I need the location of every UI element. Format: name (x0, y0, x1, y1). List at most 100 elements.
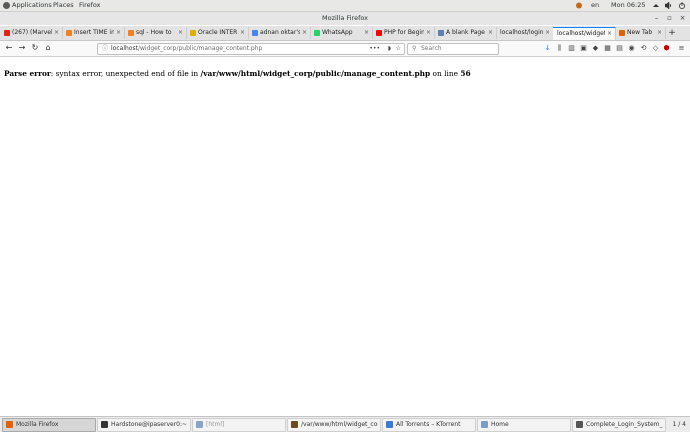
tab[interactable]: Insert TIME in × (62, 27, 125, 39)
tab[interactable]: New Tab × (615, 27, 666, 39)
task-item[interactable]: Hardstone@ipaserver0:~ (97, 418, 191, 432)
new-tab-button[interactable]: + (667, 26, 677, 40)
workspace-pager[interactable]: 1 / 4 (673, 419, 686, 431)
tab-favicon-icon (128, 30, 134, 36)
close-tab-icon[interactable]: × (545, 27, 550, 39)
back-icon[interactable]: ← (4, 43, 14, 53)
close-tab-icon[interactable]: × (54, 27, 59, 39)
close-tab-icon[interactable]: × (116, 27, 121, 39)
close-window-icon[interactable]: × (679, 15, 686, 22)
task-item[interactable]: [html] (192, 418, 286, 432)
language-indicator[interactable]: en (591, 1, 599, 10)
library-icon[interactable]: ⫼ (556, 44, 563, 52)
tab-favicon-icon (619, 30, 625, 36)
status-tray-icon[interactable] (575, 2, 583, 9)
maximize-icon[interactable]: ▫ (666, 15, 673, 22)
tab[interactable]: A blank Page × (434, 27, 497, 39)
ktorrent-icon (386, 421, 393, 428)
task-item[interactable]: All Torrents – KTorrent (382, 418, 476, 432)
tab-favicon-icon (376, 30, 382, 36)
sync-icon[interactable]: ⟲ (640, 44, 647, 52)
volume-icon[interactable] (665, 2, 673, 9)
tab-active[interactable]: localhost/widget × (553, 27, 616, 40)
tab-label: localhost/login... (500, 29, 543, 36)
tab-label: sql - How to (136, 29, 172, 36)
tab-label: Oracle INTER (198, 29, 238, 36)
reader-icon[interactable]: ▤ (616, 44, 623, 52)
pocket-icon[interactable]: ◗ (388, 44, 391, 54)
page-content: Parse error: syntax error, unexpected en… (0, 57, 690, 415)
close-tab-icon[interactable]: × (657, 27, 662, 39)
addon-icon[interactable]: ◉ (628, 44, 635, 52)
tab[interactable]: WhatsApp × (310, 27, 373, 39)
tab[interactable]: sql - How to × (124, 27, 187, 39)
window-titlebar: Mozilla Firefox – ▫ × (0, 12, 690, 25)
tab-label: adnan oktar's (260, 29, 300, 36)
close-tab-icon[interactable]: × (240, 27, 245, 39)
tab-favicon-icon (314, 30, 320, 36)
close-tab-icon[interactable]: × (607, 28, 612, 40)
bookmark-star-icon[interactable]: ☆ (396, 44, 401, 54)
task-label: Hardstone@ipaserver0:~ (111, 421, 188, 428)
screenshot-icon[interactable]: ▣ (580, 44, 587, 52)
search-icon: ⚲ (412, 45, 417, 52)
downloads-icon[interactable]: ↓ (544, 44, 551, 52)
tab[interactable]: localhost/login... × (496, 27, 554, 39)
tab[interactable]: Oracle INTER × (186, 27, 249, 39)
tab-label: localhost/widget (557, 30, 605, 37)
adblock-icon[interactable]: ⬢ (663, 44, 670, 52)
task-label: All Torrents – KTorrent (396, 421, 461, 428)
tab-favicon-icon (252, 30, 258, 36)
site-info-icon[interactable]: ⓘ (102, 44, 108, 54)
sidebar-icon[interactable]: ▥ (568, 44, 575, 52)
tab[interactable]: PHP for Begin × (372, 27, 435, 39)
clock[interactable]: Mon 06:25 (611, 1, 646, 10)
places-menu[interactable]: Places (53, 1, 74, 10)
container-icon[interactable]: ▦ (604, 44, 611, 52)
task-item[interactable]: Home (477, 418, 571, 432)
tab-favicon-icon (66, 30, 72, 36)
search-bar[interactable]: ⚲ Search (407, 43, 499, 55)
file-manager-icon (196, 421, 203, 428)
url-host: localhost (111, 45, 138, 52)
url-bar[interactable]: ⓘ localhost/widget_corp/public/manage_co… (97, 43, 405, 55)
error-line-number: 56 (460, 69, 471, 78)
hamburger-menu-icon[interactable]: ≡ (678, 44, 685, 52)
terminal-icon (101, 421, 108, 428)
close-tab-icon[interactable]: × (302, 27, 307, 39)
close-tab-icon[interactable]: × (364, 27, 369, 39)
reload-icon[interactable]: ↻ (30, 43, 40, 53)
task-label: Mozilla Firefox (16, 421, 59, 428)
tab[interactable]: adnan oktar's × (248, 27, 311, 39)
firefox-app-menu[interactable]: Firefox (79, 1, 101, 10)
php-error-message: Parse error: syntax error, unexpected en… (4, 69, 471, 78)
window-list-taskbar: Mozilla Firefox Hardstone@ipaserver0:~ [… (0, 416, 690, 432)
close-tab-icon[interactable]: × (426, 27, 431, 39)
task-item[interactable]: Mozilla Firefox (2, 418, 96, 432)
task-item[interactable]: Complete_Login_System_in_... (572, 418, 666, 432)
tab-strip: (267) (Marvel × Insert TIME in × sql - H… (0, 26, 690, 41)
forward-icon[interactable]: → (17, 43, 27, 53)
editor-icon (291, 421, 298, 428)
network-icon[interactable] (653, 2, 661, 9)
tab-label: Insert TIME in (74, 29, 114, 36)
search-placeholder: Search (421, 45, 442, 52)
home-icon[interactable]: ⌂ (43, 43, 53, 53)
tab-label: (267) (Marvel (12, 29, 52, 36)
minimize-icon[interactable]: – (653, 15, 660, 22)
tab-label: PHP for Begin (384, 29, 424, 36)
applications-icon (3, 2, 10, 9)
power-icon[interactable] (678, 2, 686, 9)
task-label: Home (491, 421, 509, 428)
home-folder-icon (481, 421, 488, 428)
tab[interactable]: (267) (Marvel × (0, 27, 63, 39)
addon-2-icon[interactable]: ◇ (652, 44, 659, 52)
close-tab-icon[interactable]: × (178, 27, 183, 39)
task-item[interactable]: /var/www/html/widget_corp/p... (287, 418, 381, 432)
page-actions-icon[interactable]: ••• (369, 44, 380, 54)
close-tab-icon[interactable]: × (488, 27, 493, 39)
applications-menu[interactable]: Applications (12, 1, 52, 10)
url-text[interactable]: localhost/widget_corp/public/manage_cont… (111, 44, 262, 54)
extension-icon[interactable]: ◆ (592, 44, 599, 52)
window-title: Mozilla Firefox (322, 14, 368, 22)
